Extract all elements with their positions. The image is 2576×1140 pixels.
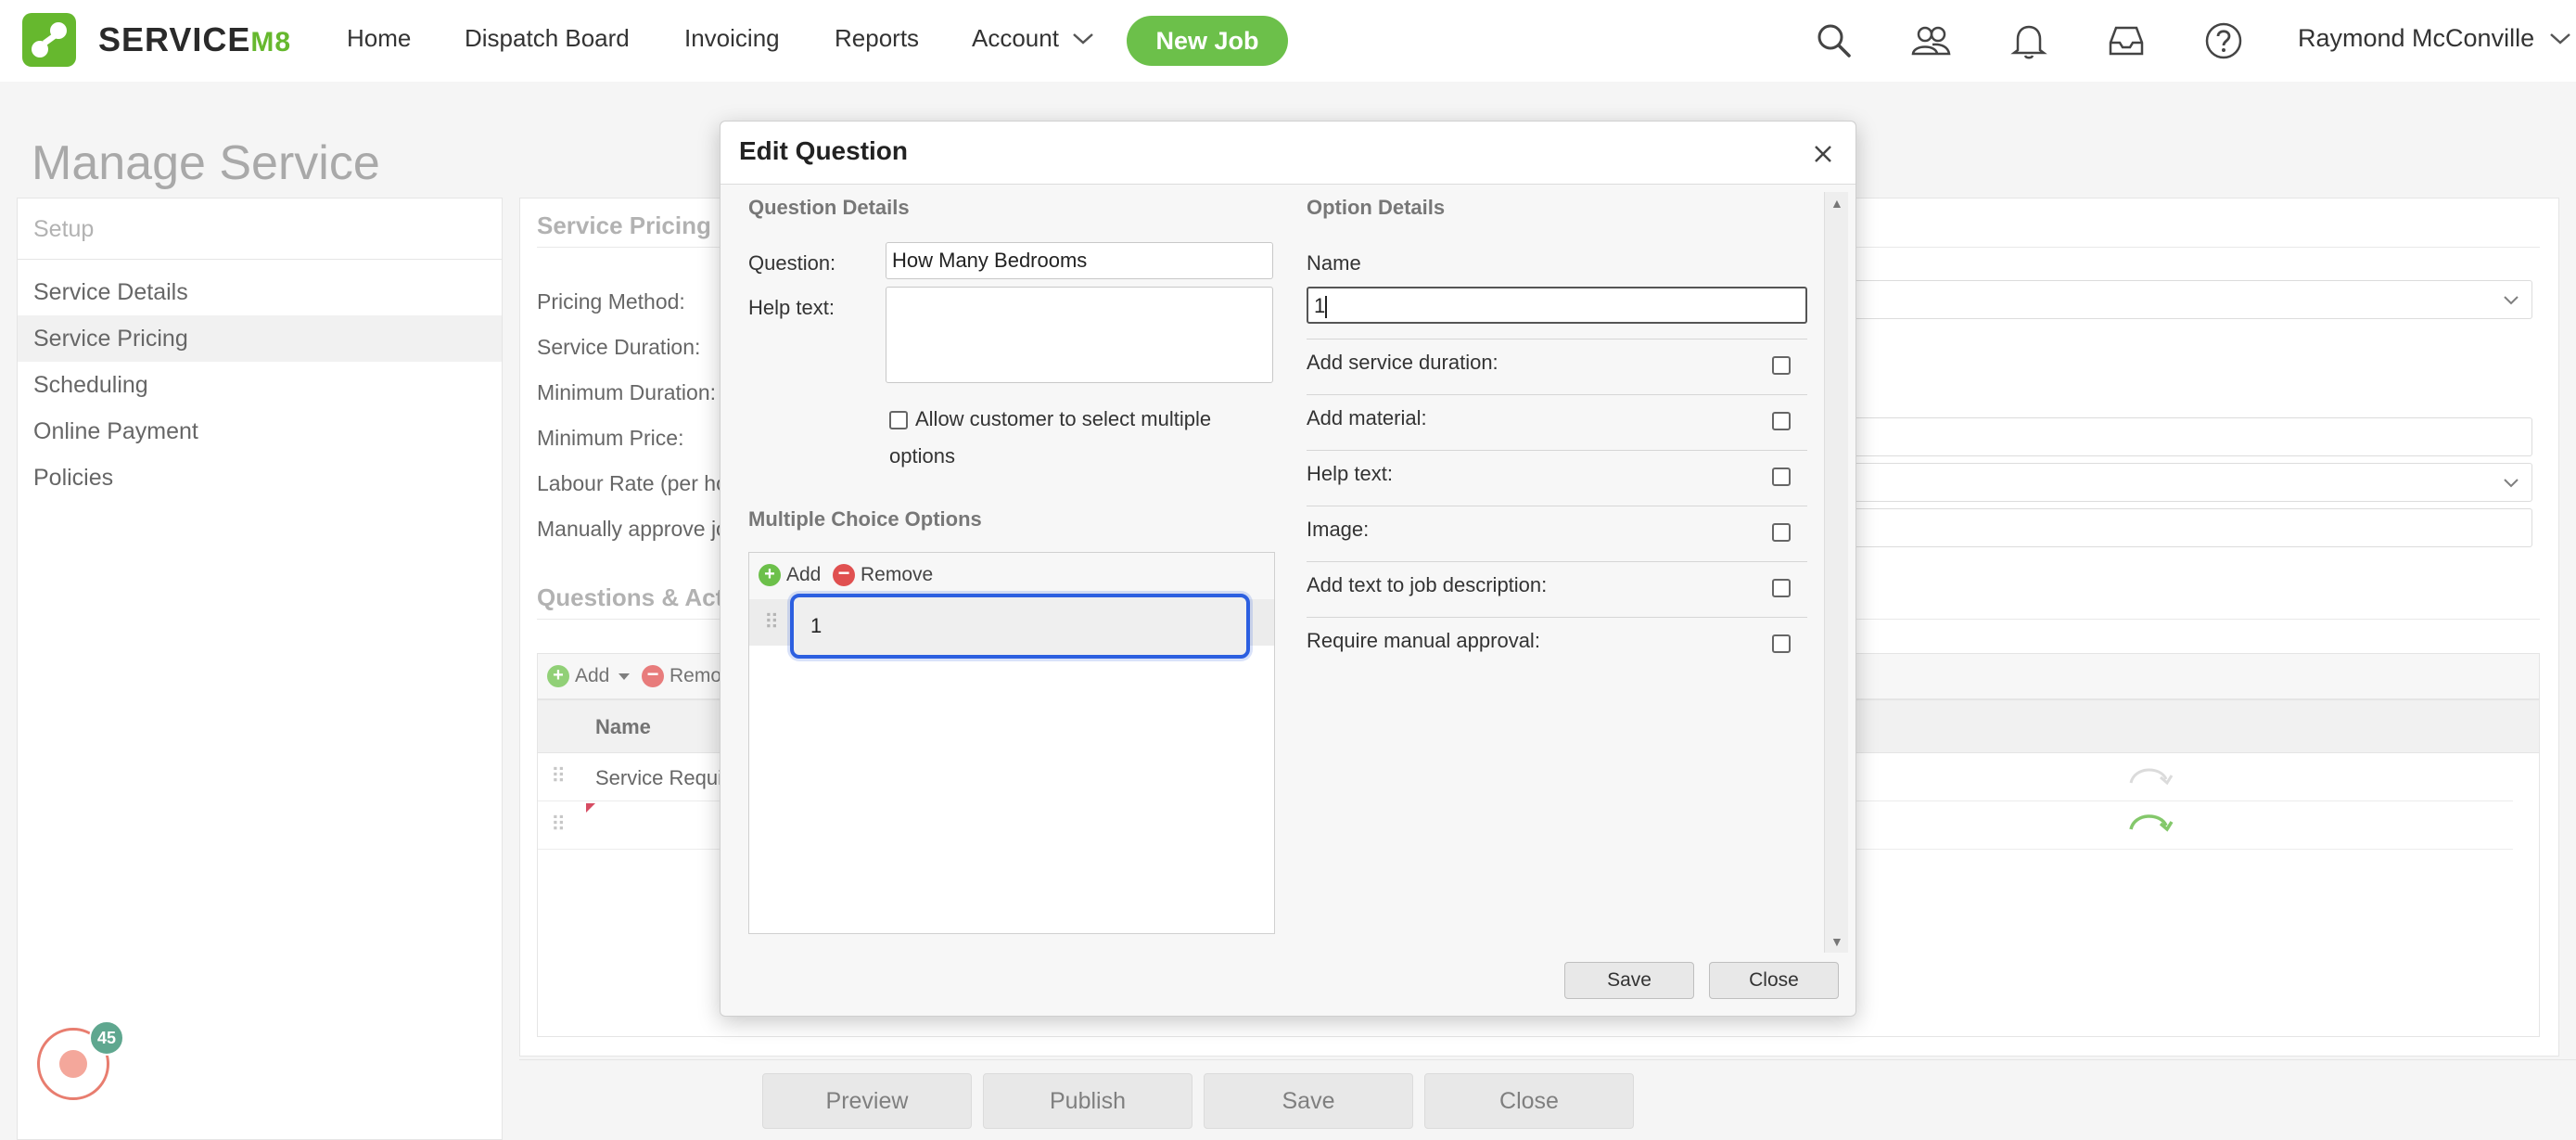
question-input[interactable]: How Many Bedrooms [886, 242, 1273, 279]
user-name-label: Raymond McConville [2298, 24, 2535, 52]
help-text-label: Help text: [748, 296, 835, 319]
option-name-input[interactable]: 1 [1307, 287, 1807, 324]
add-option-button[interactable]: + Add [759, 564, 821, 586]
multiple-choice-title: Multiple Choice Options [748, 507, 982, 531]
scroll-down-arrow-icon[interactable]: ▼ [1830, 934, 1843, 949]
brand-wordmark: SERVICEM8 [98, 20, 292, 58]
option-name-value: 1 [1314, 294, 1326, 317]
remove-icon: − [833, 563, 855, 586]
remove-option-button[interactable]: − Remove [833, 563, 934, 586]
require-manual-approval-checkbox[interactable] [1772, 634, 1791, 653]
new-job-button[interactable]: New Job [1127, 16, 1288, 66]
add-material-row: Add material: [1307, 394, 1807, 450]
allow-multiple-label: Allow customer to select multiple [915, 407, 1212, 430]
search-icon[interactable] [1814, 20, 1855, 61]
options-toolbar: + Add − Remove [749, 553, 1274, 599]
image-row: Image: [1307, 506, 1807, 561]
chevron-down-icon [2550, 32, 2570, 45]
require-manual-approval-label: Require manual approval: [1307, 629, 1540, 652]
option-name-label: Name [1307, 251, 1361, 275]
add-service-duration-row: Add service duration: [1307, 339, 1807, 394]
nav-home[interactable]: Home [347, 24, 411, 53]
question-details-title: Question Details [748, 196, 910, 219]
add-material-label: Add material: [1307, 406, 1427, 429]
add-material-checkbox[interactable] [1772, 412, 1791, 430]
add-service-duration-label: Add service duration: [1307, 351, 1498, 374]
add-text-job-description-label: Add text to job description: [1307, 573, 1548, 596]
image-label: Image: [1307, 518, 1370, 541]
bell-icon[interactable] [2009, 20, 2049, 61]
edit-question-dialog: Edit Question Question Details Question:… [720, 121, 1856, 1017]
option-help-text-checkbox[interactable] [1772, 468, 1791, 486]
chevron-down-icon [1073, 32, 1093, 45]
dialog-scrollbar[interactable]: ▲ ▼ [1824, 192, 1848, 953]
multiple-choice-list: + Add − Remove ⠿ 1 [748, 552, 1275, 934]
allow-multiple-label-cont: options [889, 444, 955, 468]
option-help-text-row: Help text: [1307, 450, 1807, 506]
nav-account-label: Account [972, 24, 1059, 52]
people-icon[interactable] [1910, 20, 1951, 61]
nav-reports[interactable]: Reports [835, 24, 919, 53]
close-icon[interactable] [1809, 140, 1837, 168]
allow-multiple-checkbox[interactable] [889, 411, 908, 429]
text-cursor [1325, 296, 1328, 319]
option-details-title: Option Details [1307, 196, 1446, 219]
help-icon[interactable] [2203, 20, 2244, 61]
top-navigation: SERVICEM8 Home Dispatch Board Invoicing … [0, 0, 2576, 82]
add-option-label: Add [786, 564, 822, 585]
question-label: Question: [748, 251, 836, 275]
add-icon: + [759, 564, 781, 586]
list-item[interactable]: ⠿ 1 [749, 594, 1274, 659]
add-service-duration-checkbox[interactable] [1772, 356, 1791, 375]
dialog-save-button[interactable]: Save [1564, 962, 1694, 999]
image-checkbox[interactable] [1772, 523, 1791, 542]
nav-account[interactable]: Account [972, 24, 1094, 53]
add-text-job-description-checkbox[interactable] [1772, 579, 1791, 597]
nav-invoicing[interactable]: Invoicing [684, 24, 780, 53]
drag-handle-icon[interactable]: ⠿ [764, 610, 779, 634]
add-text-job-description-row: Add text to job description: [1307, 561, 1807, 617]
user-menu[interactable]: Raymond McConville [2298, 24, 2571, 53]
dialog-close-button[interactable]: Close [1709, 962, 1839, 999]
dialog-title: Edit Question [739, 136, 908, 165]
nav-dispatch-board[interactable]: Dispatch Board [465, 24, 630, 53]
inbox-icon[interactable] [2106, 20, 2147, 61]
dialog-header: Edit Question [721, 122, 1855, 185]
option-help-text-label: Help text: [1307, 462, 1393, 485]
scroll-up-arrow-icon[interactable]: ▲ [1830, 196, 1843, 211]
require-manual-approval-row: Require manual approval: [1307, 617, 1807, 672]
remove-option-label: Remove [861, 564, 934, 585]
option-name-edit-field[interactable]: 1 [790, 594, 1250, 659]
help-text-textarea[interactable] [886, 287, 1273, 383]
servicem8-logo[interactable] [22, 13, 76, 67]
